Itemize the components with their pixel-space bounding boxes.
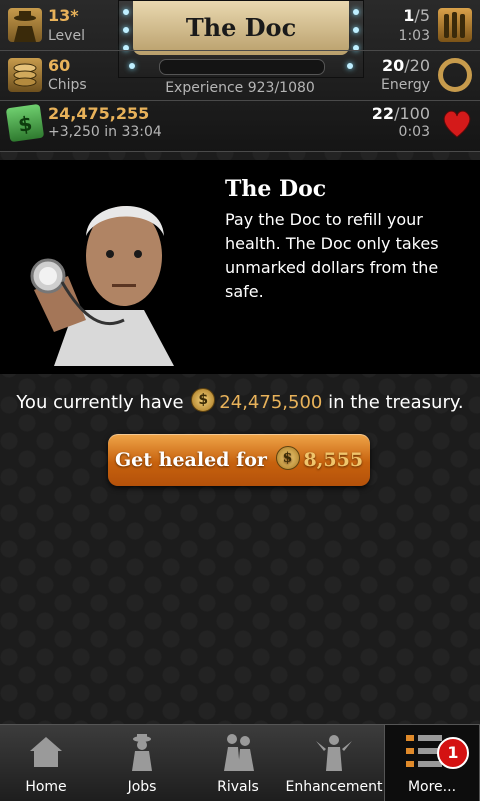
heart-icon — [440, 106, 474, 140]
energy-value: 20/20 — [382, 56, 430, 75]
bullets-icon — [438, 8, 472, 42]
get-healed-button[interactable]: Get healed for 8,555 — [108, 434, 370, 486]
health-current: 22 — [371, 104, 395, 123]
experience-bar — [159, 59, 325, 75]
energy-label: Energy — [380, 77, 430, 93]
marquee-bulb — [129, 63, 135, 69]
title-marquee: The Doc — [118, 0, 364, 78]
treasury-line: You currently have 24,475,500 in the tre… — [0, 388, 480, 413]
marquee-bulb — [123, 9, 129, 15]
page-title: The Doc — [185, 13, 297, 42]
doc-title: The Doc — [225, 176, 327, 202]
coin-icon — [191, 388, 216, 412]
health-value: 22/100 — [372, 104, 430, 123]
hud-divider — [0, 151, 480, 152]
marquee-bulb — [123, 27, 129, 33]
health-max: /100 — [394, 104, 430, 123]
ammo-current: 1 — [403, 6, 415, 25]
nav-label: Home — [25, 779, 67, 795]
notification-badge: 1 — [437, 737, 469, 769]
cash-income-timer: +3,250 in 33:04 — [48, 124, 162, 140]
hud-divider — [0, 100, 480, 101]
energy-max: /20 — [404, 56, 430, 75]
doc-portrait — [14, 170, 204, 366]
nav-label: Rivals — [217, 779, 259, 795]
chips-label: Chips — [48, 77, 87, 93]
treasury-suffix: in the treasury. — [328, 392, 464, 413]
level-label: Level — [48, 28, 85, 44]
energy-current: 20 — [381, 56, 405, 75]
ammo-max: /5 — [414, 6, 430, 25]
nav-label: Jobs — [127, 779, 157, 795]
jobs-icon — [122, 731, 162, 771]
heal-price: 8,555 — [303, 449, 364, 471]
nav-rivals[interactable]: Rivals — [192, 725, 284, 801]
nav-label: More... — [407, 779, 457, 795]
doc-description: Pay the Doc to refill your health. The D… — [225, 210, 439, 301]
nav-enhancement[interactable]: Enhancement — [284, 725, 384, 801]
nav-label: Enhancement — [285, 779, 383, 795]
treasury-prefix: You currently have — [16, 392, 184, 413]
chips-value: 60 — [48, 56, 71, 75]
chips-icon — [8, 58, 42, 92]
gangster-level-icon — [8, 8, 42, 42]
level-value: 13* — [48, 6, 79, 25]
status-hud: 13* Level 60 Chips $ 24,475,255 +3,250 i… — [0, 0, 480, 152]
cash-icon: $ — [5, 103, 45, 143]
rivals-icon — [218, 731, 258, 771]
doc-panel: The Doc Pay the Doc to refill your healt… — [0, 160, 480, 374]
marquee-bulb — [353, 27, 359, 33]
bottom-nav: Home Jobs Rivals Enhancement 1 More... — [0, 724, 480, 801]
svg-text:$: $ — [17, 111, 34, 137]
coin-icon — [275, 446, 300, 470]
get-healed-label: Get healed for — [114, 449, 267, 471]
ammo-timer: 1:03 — [398, 28, 430, 44]
hud-divider — [0, 50, 480, 51]
brass-knuckles-icon — [438, 58, 472, 92]
nav-more[interactable]: 1 More... — [384, 725, 480, 801]
title-plate: The Doc — [133, 1, 349, 55]
marquee-bulb — [353, 9, 359, 15]
marquee-bulb — [347, 63, 353, 69]
home-icon — [26, 731, 66, 771]
nav-home[interactable]: Home — [0, 725, 92, 801]
treasury-amount: 24,475,500 — [219, 392, 323, 413]
ammo-value: 1/5 — [403, 6, 430, 25]
health-timer: 0:03 — [398, 124, 430, 140]
nav-jobs[interactable]: Jobs — [92, 725, 192, 801]
enhancement-icon — [314, 731, 354, 771]
cash-value: 24,475,255 — [48, 104, 150, 123]
experience-label: Experience 923/1080 — [165, 80, 315, 96]
